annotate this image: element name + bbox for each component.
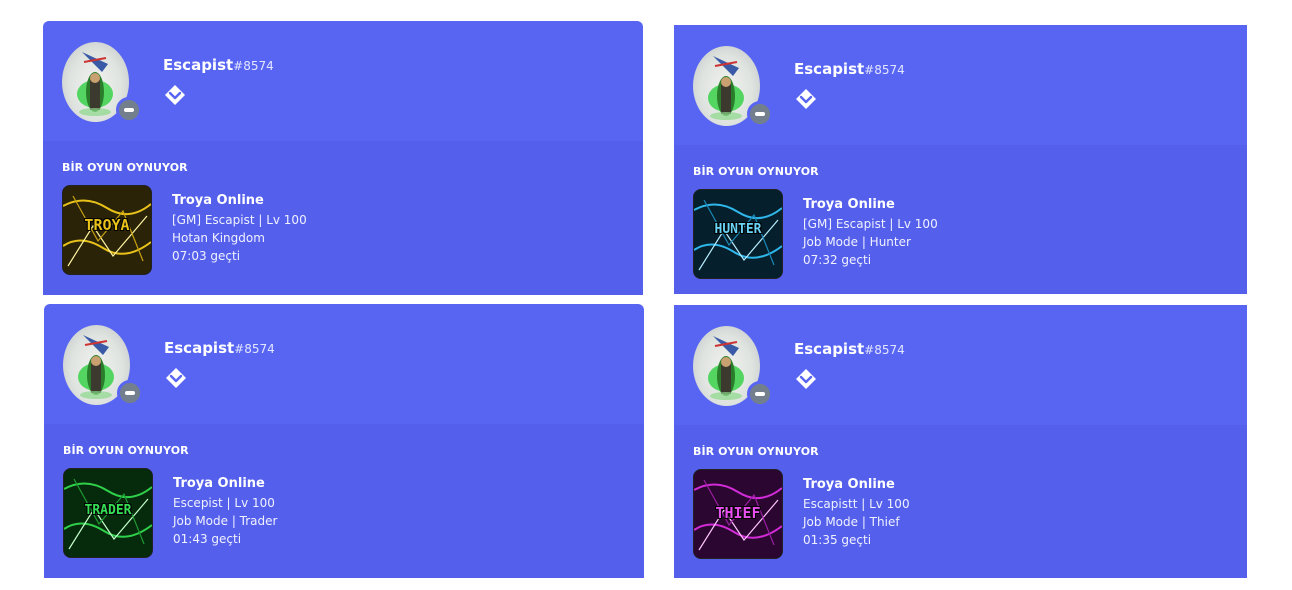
game-state: Hotan Kingdom: [172, 231, 265, 245]
game-large-image[interactable]: TRADER: [63, 468, 153, 558]
username-text: Escapist: [794, 340, 865, 358]
game-image-text: HUNTER: [714, 222, 762, 237]
section-label: BİR OYUN OYNUYOR: [693, 445, 819, 458]
discriminator: #8574: [234, 342, 275, 356]
profile-header: Escapist#8574: [43, 21, 643, 141]
status-idle-icon: [747, 381, 773, 407]
username[interactable]: Escapist#8574: [794, 340, 905, 358]
game-state: Job Mode | Thief: [803, 515, 900, 529]
username[interactable]: Escapist#8574: [794, 60, 905, 78]
game-name: Troya Online: [173, 476, 265, 491]
game-state: Job Mode | Trader: [173, 514, 278, 528]
game-details: Escepist | Lv 100: [173, 496, 275, 510]
avatar[interactable]: [63, 325, 143, 406]
discriminator: #8574: [864, 63, 905, 77]
activity-section: BİR OYUN OYNUYOR TRADER Troya Online Esc…: [44, 424, 644, 578]
activity-section: BİR OYUN OYNUYOR THIEF Troya Online Esca…: [674, 425, 1247, 578]
section-label: BİR OYUN OYNUYOR: [63, 444, 189, 457]
avatar[interactable]: [62, 42, 142, 123]
username-text: Escapist: [164, 339, 235, 357]
game-name: Troya Online: [172, 193, 264, 208]
profile-header: Escapist#8574: [674, 305, 1247, 425]
elapsed-time: 01:35 geçti: [803, 533, 872, 547]
profile-header: Escapist#8574: [674, 25, 1247, 145]
discriminator: #8574: [233, 59, 274, 73]
activity-section: BİR OYUN OYNUYOR TROYA Troya Online [GM]…: [43, 141, 643, 295]
discriminator: #8574: [864, 343, 905, 357]
game-details: [GM] Escapist | Lv 100: [172, 213, 307, 227]
game-large-image[interactable]: TROYA: [62, 185, 152, 275]
username[interactable]: Escapist#8574: [164, 339, 275, 357]
activity-section: BİR OYUN OYNUYOR HUNTER Troya Online [GM…: [674, 145, 1247, 294]
hypesquad-icon[interactable]: [795, 368, 817, 390]
elapsed-time: 01:43 geçti: [173, 532, 242, 546]
profile-card: Escapist#8574 BİR OYUN OYNUYOR THIEF Tro…: [674, 305, 1247, 578]
game-image-text: THIEF: [715, 504, 761, 522]
game-details: [GM] Escapist | Lv 100: [803, 217, 938, 231]
game-details: Escapistt | Lv 100: [803, 497, 910, 511]
profile-card: Escapist#8574 BİR OYUN OYNUYOR TRADER Tr…: [44, 304, 644, 578]
elapsed-time: 07:03 geçti: [172, 249, 241, 263]
game-image-text: TRADER: [84, 503, 132, 518]
status-idle-icon: [117, 380, 143, 406]
game-name: Troya Online: [803, 197, 895, 212]
username-text: Escapist: [163, 56, 234, 74]
profile-card: Escapist#8574 BİR OYUN OYNUYOR HUNTER Tr…: [674, 25, 1247, 294]
game-image-text: TROYA: [84, 216, 130, 234]
username[interactable]: Escapist#8574: [163, 56, 274, 74]
status-idle-icon: [747, 101, 773, 127]
username-text: Escapist: [794, 60, 865, 78]
profile-card: Escapist#8574 BİR OYUN OYNUYOR TROYA Tro…: [43, 21, 643, 295]
avatar[interactable]: [693, 326, 773, 407]
hypesquad-icon[interactable]: [165, 367, 187, 389]
section-label: BİR OYUN OYNUYOR: [693, 165, 819, 178]
profile-header: Escapist#8574: [44, 304, 644, 424]
avatar[interactable]: [693, 46, 773, 127]
hypesquad-icon[interactable]: [795, 88, 817, 110]
hypesquad-icon[interactable]: [164, 84, 186, 106]
game-large-image[interactable]: THIEF: [693, 469, 783, 559]
status-idle-icon: [116, 97, 142, 123]
game-name: Troya Online: [803, 477, 895, 492]
section-label: BİR OYUN OYNUYOR: [62, 161, 188, 174]
game-large-image[interactable]: HUNTER: [693, 189, 783, 279]
game-state: Job Mode | Hunter: [803, 235, 911, 249]
elapsed-time: 07:32 geçti: [803, 253, 872, 267]
